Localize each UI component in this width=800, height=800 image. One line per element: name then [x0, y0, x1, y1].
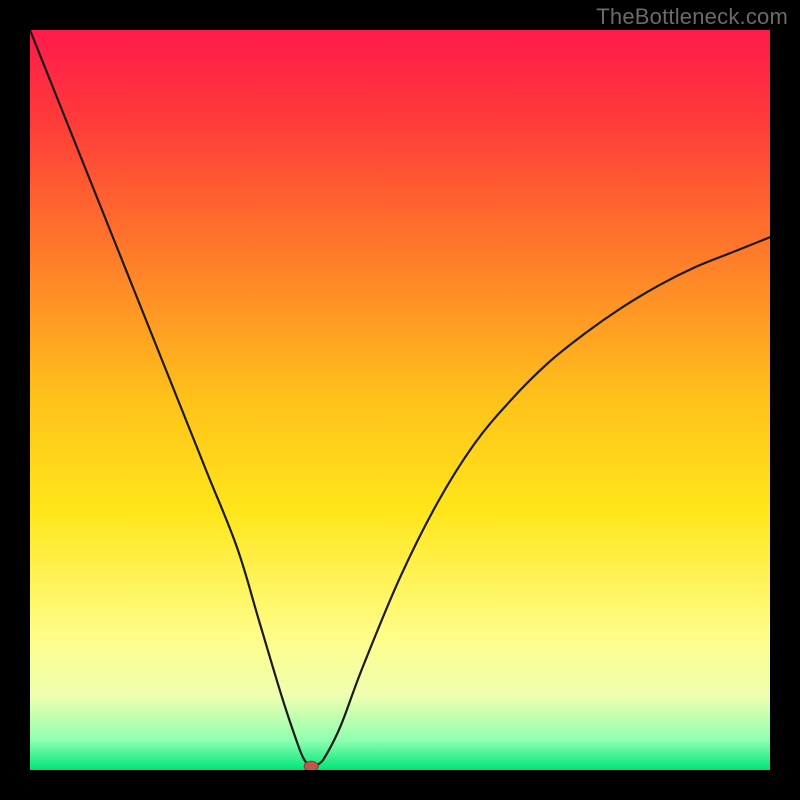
gradient-background — [30, 30, 770, 770]
watermark-text: TheBottleneck.com — [596, 4, 788, 30]
chart-frame: TheBottleneck.com — [0, 0, 800, 800]
chart-svg — [30, 30, 770, 770]
plot-area — [30, 30, 770, 770]
minimum-marker — [304, 761, 318, 770]
